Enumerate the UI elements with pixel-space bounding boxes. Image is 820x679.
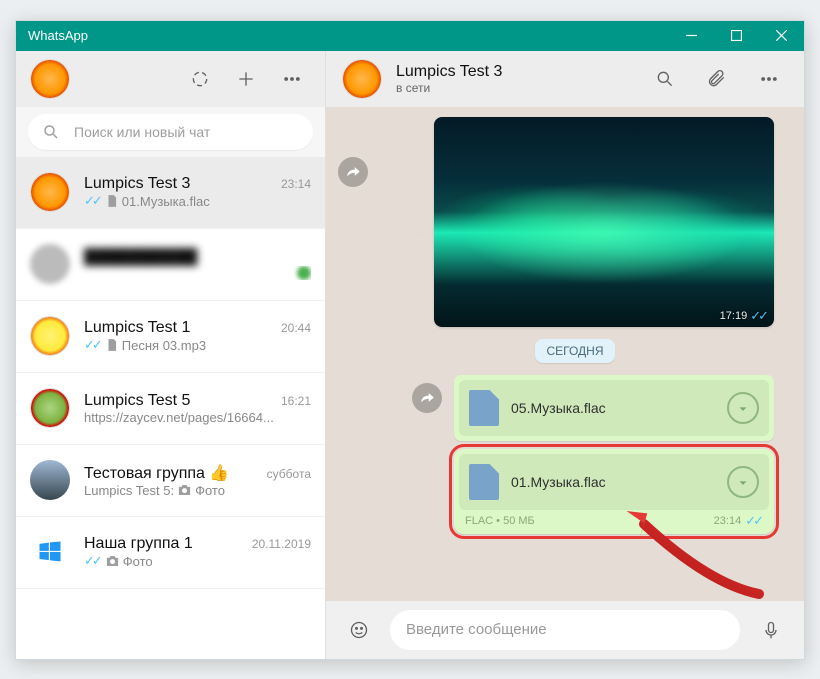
search-input[interactable]: Поиск или новый чат (28, 114, 313, 150)
chat-preview: ✓✓01.Музыка.flac (84, 193, 311, 209)
read-ticks-icon: ✓✓ (745, 513, 761, 529)
document-icon (105, 194, 119, 208)
message-input[interactable]: Введите сообщение (390, 610, 740, 650)
mic-icon[interactable] (752, 611, 790, 649)
file-message[interactable]: 05.Музыка.flac (454, 375, 774, 441)
chat-time: суббота (267, 467, 311, 481)
chat-name: ██████████ (84, 248, 311, 266)
chat-list-item[interactable]: Lumpics Test 516:21 https://zaycev.net/pa… (16, 373, 325, 445)
attach-icon[interactable] (698, 60, 736, 98)
chat-time: 16:21 (281, 394, 311, 408)
file-meta: FLAC • 50 МБ23:14✓✓ (459, 510, 769, 529)
camera-icon (177, 484, 192, 496)
file-name: 05.Музыка.flac (511, 400, 715, 416)
file-icon (469, 464, 499, 500)
search-chat-icon[interactable] (646, 60, 684, 98)
file-icon (469, 390, 499, 426)
chat-menu-icon[interactable] (750, 60, 788, 98)
forward-icon[interactable] (412, 383, 442, 413)
chat-preview: https://zaycev.net/pages/16664... (84, 410, 311, 425)
chat-time: 20.11.2019 (252, 537, 311, 551)
new-chat-icon[interactable] (227, 60, 265, 98)
chat-preview: ✓✓Песня 03.mp3 (84, 337, 311, 353)
chat-list-item[interactable]: Lumpics Test 323:14 ✓✓01.Музыка.flac (16, 157, 325, 229)
emoji-icon[interactable] (340, 611, 378, 649)
search-icon (42, 123, 60, 141)
chat-preview (84, 266, 311, 280)
avatar (30, 388, 70, 428)
chat-list: Lumpics Test 323:14 ✓✓01.Музыка.flac █████… (16, 157, 325, 659)
titlebar: WhatsApp (16, 21, 804, 51)
chat-name: Lumpics Test 5 (84, 392, 281, 410)
camera-icon (105, 555, 120, 567)
avatar (30, 172, 70, 212)
compose-bar: Введите сообщение (326, 601, 804, 659)
status-icon[interactable] (181, 60, 219, 98)
chat-title-block[interactable]: Lumpics Test 3 в сети (396, 63, 632, 95)
image-meta: 17:19 ✓✓ (720, 308, 768, 324)
file-name: 01.Музыка.flac (511, 474, 715, 490)
window-title: WhatsApp (28, 28, 669, 43)
chat-name: Тестовая группа 👍 (84, 463, 267, 483)
sidebar: Поиск или новый чат Lumpics Test 323:14 ✓… (16, 51, 326, 659)
avatar (30, 316, 70, 356)
my-avatar[interactable] (30, 59, 70, 99)
avatar (30, 460, 70, 500)
forward-icon[interactable] (338, 157, 368, 187)
chat-time: 20:44 (281, 321, 311, 335)
read-ticks-icon: ✓✓ (84, 193, 100, 209)
read-ticks-icon: ✓✓ (84, 337, 100, 353)
minimize-button[interactable] (669, 21, 714, 51)
read-ticks-icon: ✓✓ (84, 553, 100, 569)
download-button[interactable] (727, 466, 759, 498)
image-message[interactable]: 17:19 ✓✓ (434, 117, 774, 327)
chat-name: Lumpics Test 1 (84, 319, 281, 337)
chat-name: Lumpics Test 3 (84, 175, 281, 193)
date-pill: СЕГОДНЯ (535, 339, 614, 363)
download-button[interactable] (727, 392, 759, 424)
avatar (30, 244, 70, 284)
chat-pane: Lumpics Test 3 в сети 17:19 ✓✓ СЕГОДНЯ (326, 51, 804, 659)
avatar (30, 532, 70, 572)
chat-time: 23:14 (281, 177, 311, 191)
chat-list-item[interactable]: Lumpics Test 120:44 ✓✓Песня 03.mp3 (16, 301, 325, 373)
chat-preview: ✓✓Фото (84, 553, 311, 569)
app-window: WhatsApp Поиск или новый чат Lumpics Tes… (15, 20, 805, 660)
close-button[interactable] (759, 21, 804, 51)
chat-header: Lumpics Test 3 в сети (326, 51, 804, 107)
chat-list-item[interactable]: Наша группа 120.11.2019 ✓✓Фото (16, 517, 325, 589)
chat-status: в сети (396, 81, 632, 95)
chat-name: Lumpics Test 3 (396, 63, 632, 81)
chat-preview: Lumpics Test 5: Фото (84, 483, 311, 498)
document-icon (105, 338, 119, 352)
chat-list-item[interactable]: ██████████ (16, 229, 325, 301)
main: Поиск или новый чат Lumpics Test 323:14✓… (16, 51, 804, 659)
file-message[interactable]: 01.Музыка.flac FLAC • 50 МБ23:14✓✓ (454, 449, 774, 534)
searchbar: Поиск или новый чат (16, 107, 325, 157)
chat-name: Наша группа 1 (84, 535, 252, 553)
menu-icon[interactable] (273, 60, 311, 98)
sidebar-header (16, 51, 325, 107)
messages: 17:19 ✓✓ СЕГОДНЯ 05.Музыка.flac 01.Музыка… (326, 107, 804, 601)
chat-list-item[interactable]: Тестовая группа 👍суббота Lumpics Test 5: … (16, 445, 325, 517)
read-ticks-icon: ✓✓ (750, 308, 766, 324)
maximize-button[interactable] (714, 21, 759, 51)
chat-avatar[interactable] (342, 59, 382, 99)
